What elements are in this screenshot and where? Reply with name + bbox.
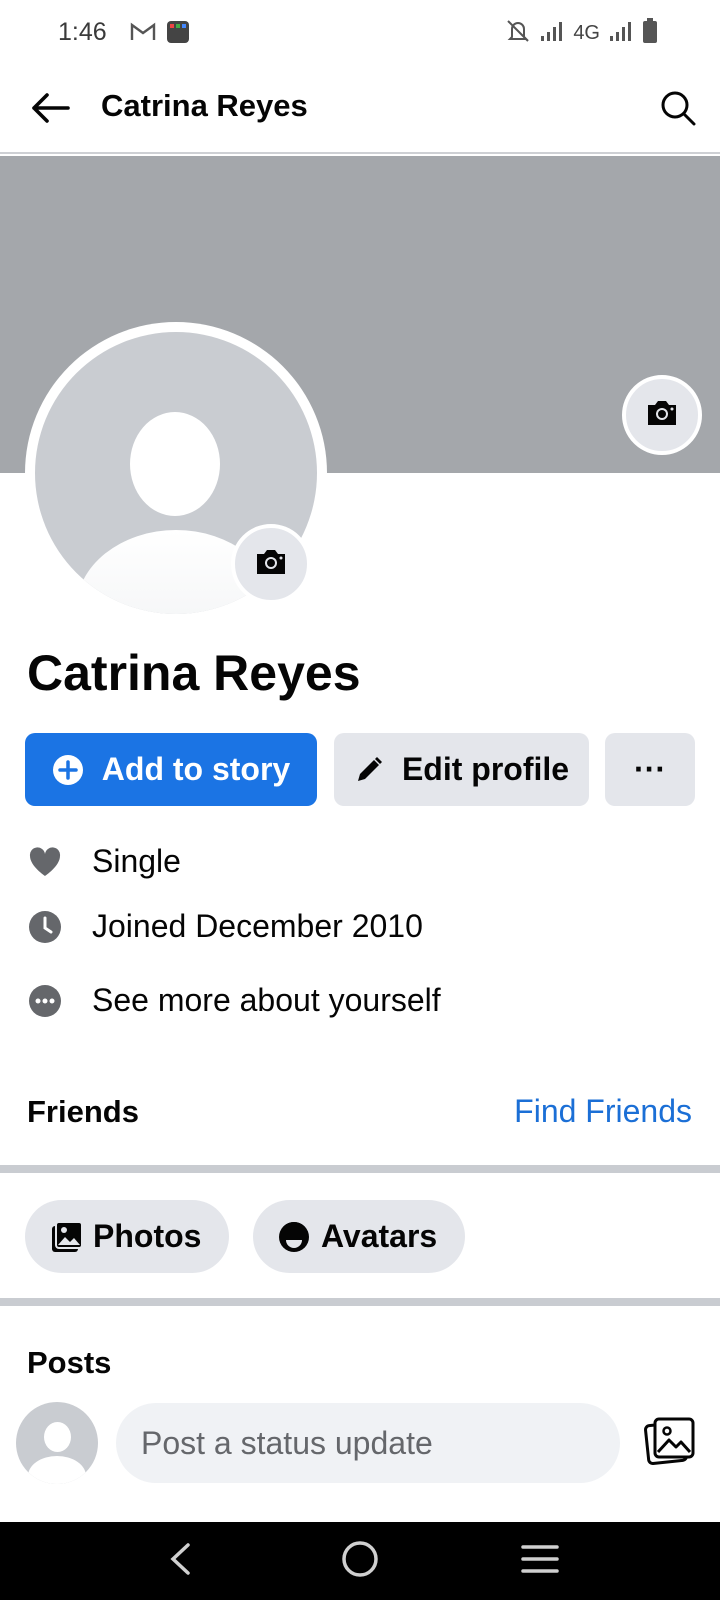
find-friends-link[interactable]: Find Friends xyxy=(514,1093,692,1130)
add-to-story-label: Add to story xyxy=(101,751,291,787)
camera-icon xyxy=(254,547,288,582)
photos-icon xyxy=(49,1220,83,1254)
status-time: 1:46 xyxy=(58,18,107,46)
avatar-head xyxy=(44,1422,71,1452)
more-label: ··· xyxy=(634,751,666,787)
joined-date: Joined December 2010 xyxy=(92,908,423,944)
battery-icon xyxy=(642,18,658,49)
status-update-input[interactable]: Post a status update xyxy=(116,1403,620,1483)
back-button[interactable] xyxy=(26,86,74,134)
see-more-about-row[interactable]: See more about yourself xyxy=(27,982,441,1019)
joined-row: Joined December 2010 xyxy=(27,908,423,945)
more-options-button[interactable]: ··· xyxy=(605,733,695,806)
search-button[interactable] xyxy=(654,86,702,134)
home-circle-icon xyxy=(340,1539,380,1584)
profile-name: Catrina Reyes xyxy=(27,645,361,701)
section-divider xyxy=(0,1298,720,1306)
avatar-head xyxy=(130,412,220,516)
edit-cover-button[interactable] xyxy=(622,375,702,455)
gmail-icon xyxy=(130,22,156,47)
nav-back-button[interactable] xyxy=(150,1536,210,1586)
relationship-row: Single xyxy=(27,843,181,880)
pencil-icon xyxy=(354,755,384,785)
plus-circle-icon xyxy=(52,754,84,786)
nav-recents-button[interactable] xyxy=(510,1536,570,1586)
add-to-story-button[interactable]: Add to story xyxy=(25,733,317,806)
avatar-face-icon xyxy=(277,1220,311,1254)
avatars-button[interactable]: Avatars xyxy=(253,1200,466,1273)
photos-label: Photos xyxy=(93,1218,202,1254)
section-divider xyxy=(0,1165,720,1173)
network-type: 4G xyxy=(573,22,600,44)
avatars-label: Avatars xyxy=(321,1218,438,1254)
app-grid-icon xyxy=(166,20,190,49)
signal-icon xyxy=(608,19,634,48)
photo-upload-icon xyxy=(643,1416,697,1471)
status-bar: 1:46 4G xyxy=(0,0,720,66)
edit-profile-label: Edit profile xyxy=(401,751,570,787)
add-photo-button[interactable] xyxy=(642,1415,698,1471)
edit-profile-button[interactable]: Edit profile xyxy=(334,733,589,806)
clock-icon xyxy=(27,909,63,945)
arrow-left-icon xyxy=(30,92,70,129)
see-more-about-label: See more about yourself xyxy=(92,982,441,1018)
chevron-left-icon xyxy=(168,1542,192,1581)
composer-avatar[interactable] xyxy=(16,1402,98,1484)
nav-home-button[interactable] xyxy=(330,1536,390,1586)
heart-icon xyxy=(27,844,63,880)
relationship-status: Single xyxy=(92,843,181,879)
menu-lines-icon xyxy=(521,1543,559,1580)
system-nav-bar xyxy=(0,1522,720,1600)
page-title: Catrina Reyes xyxy=(101,88,308,123)
search-icon xyxy=(660,90,696,131)
signal-icon xyxy=(539,19,565,48)
posts-title: Posts xyxy=(27,1345,112,1380)
more-dots-icon xyxy=(27,983,63,1019)
camera-icon xyxy=(645,398,679,433)
notification-icons xyxy=(130,20,190,49)
friends-title: Friends xyxy=(27,1094,139,1129)
app-bar: Catrina Reyes xyxy=(0,66,720,154)
status-update-placeholder: Post a status update xyxy=(141,1424,433,1461)
edit-profile-picture-button[interactable] xyxy=(231,524,311,604)
system-indicators: 4G xyxy=(505,18,658,49)
avatar-body xyxy=(28,1456,86,1484)
mute-icon xyxy=(505,18,531,49)
photos-button[interactable]: Photos xyxy=(25,1200,230,1273)
